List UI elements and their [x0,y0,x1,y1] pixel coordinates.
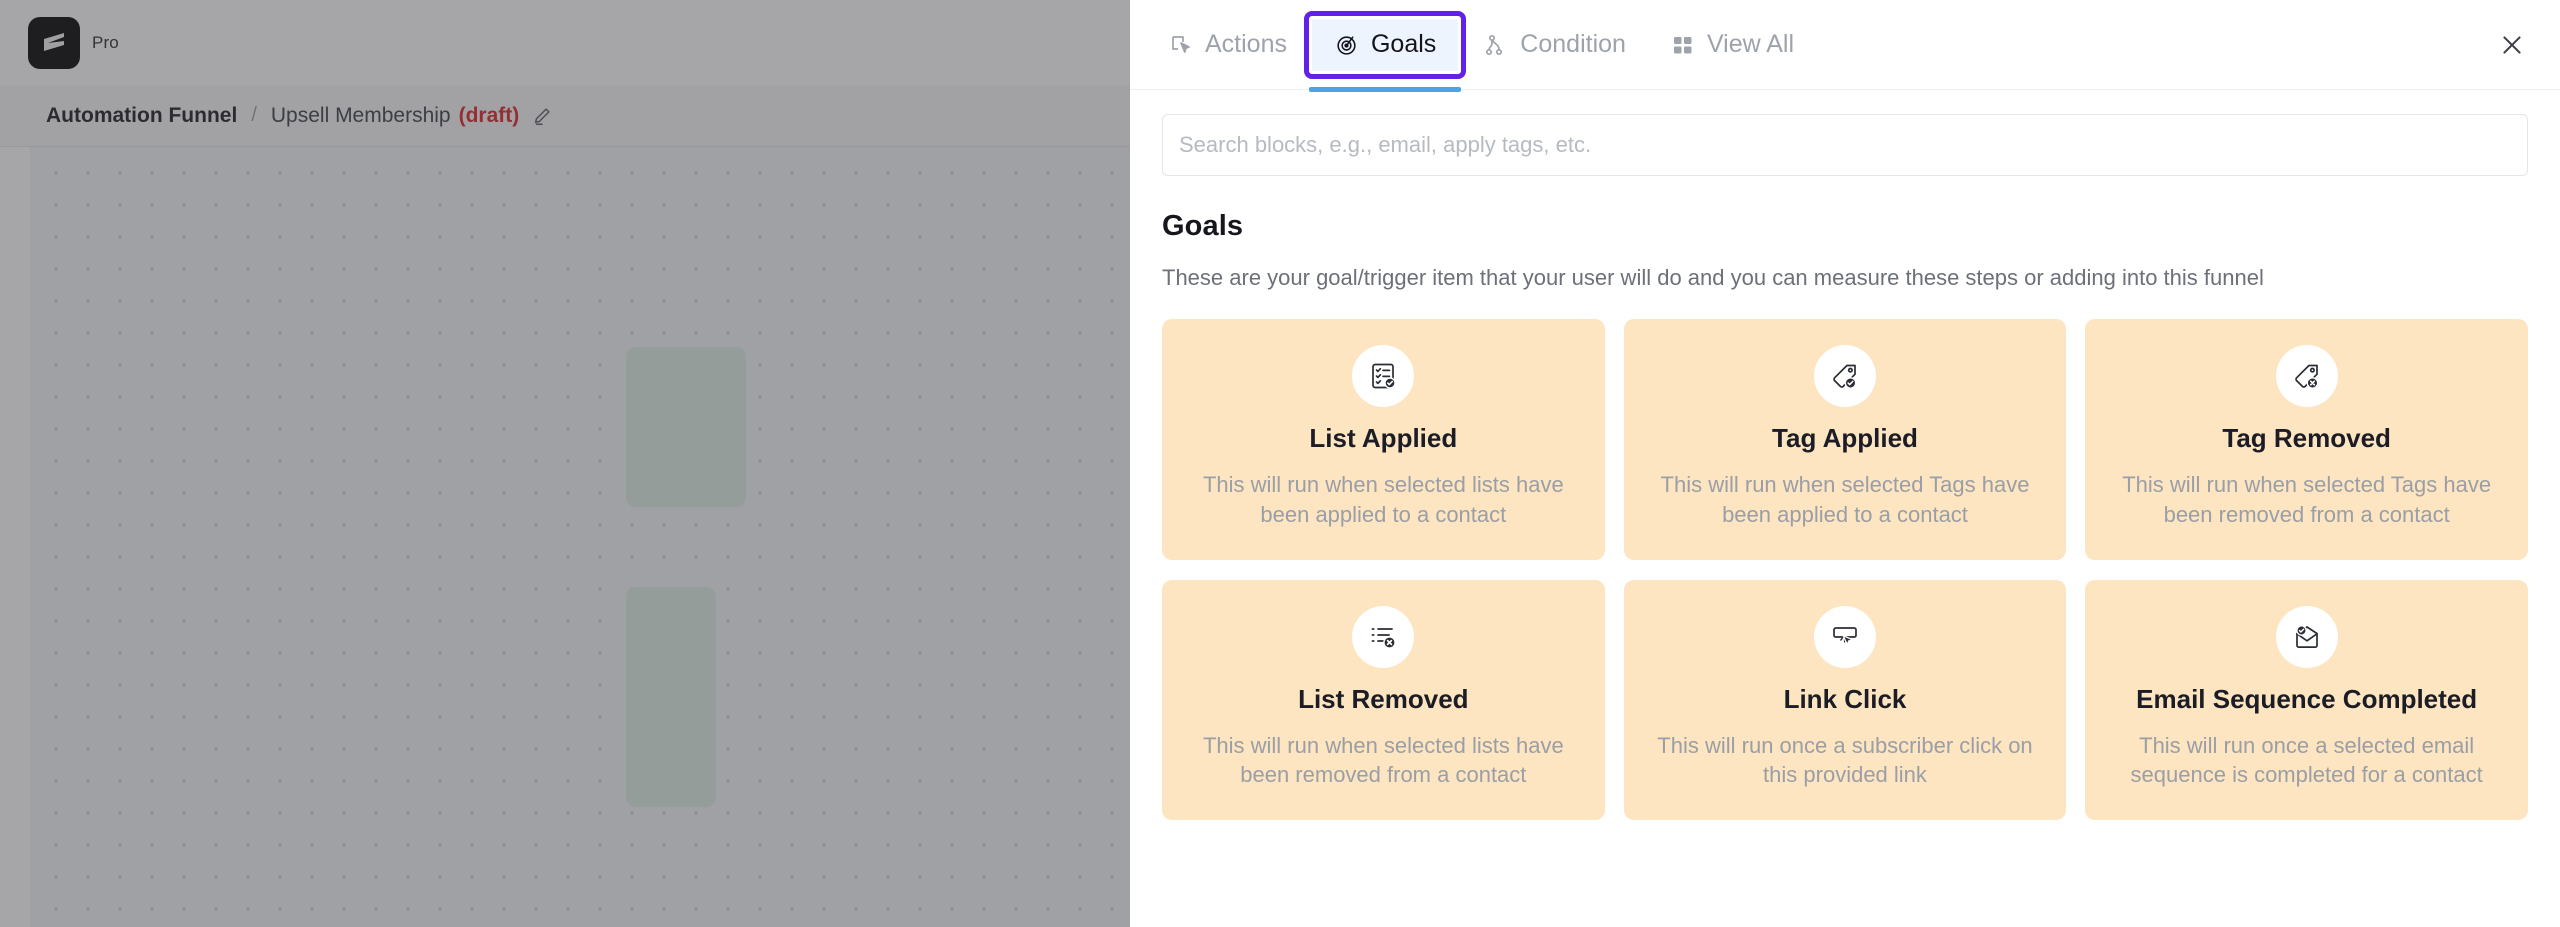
goals-target-icon [1334,32,1360,58]
goal-card-tag-removed[interactable]: Tag Removed This will run when selected … [2085,319,2528,560]
page-title: Goals [1162,210,1244,242]
list-check-applied-icon [1352,345,1415,407]
goal-card-description: This will run when selected Tags have be… [1660,472,2030,527]
goal-card-list-applied[interactable]: List Applied This will run when selected… [1162,319,1605,560]
goal-card-tag-applied[interactable]: Tag Applied This will run when selected … [1623,319,2067,560]
panel-tabs: Actions Goals Condition View All [1130,0,1816,92]
email-check-icon [2275,605,2338,668]
goal-card-link-click[interactable]: Link Click This will run once a subscrib… [1623,579,2067,821]
goal-card-description: This will run when selected lists have b… [1202,732,1564,788]
tab-goals[interactable]: Goals [1303,10,1467,92]
goal-cards-grid: List Applied This will run when selected… [1162,319,2528,821]
goal-card-email-sequence-completed[interactable]: Email Sequence Completed This will run o… [2085,579,2528,821]
tag-x-removed-icon [2275,345,2338,407]
tag-check-applied-icon [1813,345,1876,407]
tab-label: Actions [1205,30,1287,58]
condition-branch-icon [1483,32,1509,58]
goal-card-list-removed[interactable]: List Removed This will run when selected… [1162,579,1605,821]
goal-card-description: This will run when selected Tags have be… [2122,472,2492,527]
tab-view-all[interactable]: View All [1648,15,1816,75]
goal-card-title: Tag Removed [2222,423,2391,453]
search-input[interactable] [1162,114,2528,176]
goal-card-description: This will run once a selected email sequ… [2130,732,2483,788]
goal-card-description: This will run when selected lists have b… [1202,472,1564,527]
tab-label: Condition [1520,30,1626,58]
close-icon[interactable] [2490,23,2534,67]
blocks-side-panel: Actions Goals Condition View All Search … [1130,0,2560,927]
list-x-removed-icon [1352,605,1415,668]
tab-condition[interactable]: Condition [1461,15,1648,75]
tab-label: View All [1706,30,1795,58]
goal-card-title: List Removed [1298,683,1469,714]
section-description: These are your goal/trigger item that yo… [1162,265,2264,290]
goal-card-title: List Applied [1309,423,1458,453]
goal-card-title: Link Click [1783,683,1907,714]
actions-cursor-icon [1168,32,1194,58]
panel-header: Actions Goals Condition View All [1130,0,2560,92]
goal-card-title: Email Sequence Completed [2136,683,2478,714]
tab-actions[interactable]: Actions [1146,15,1309,75]
tab-label: Goals [1370,30,1437,58]
goal-card-title: Tag Applied [1772,423,1918,453]
grid-view-all-icon [1670,32,1696,58]
link-click-cursor-icon [1813,605,1876,668]
panel-body: Goals These are your goal/trigger item t… [1130,90,2560,927]
goal-card-description: This will run once a subscriber click on… [1657,732,2033,788]
